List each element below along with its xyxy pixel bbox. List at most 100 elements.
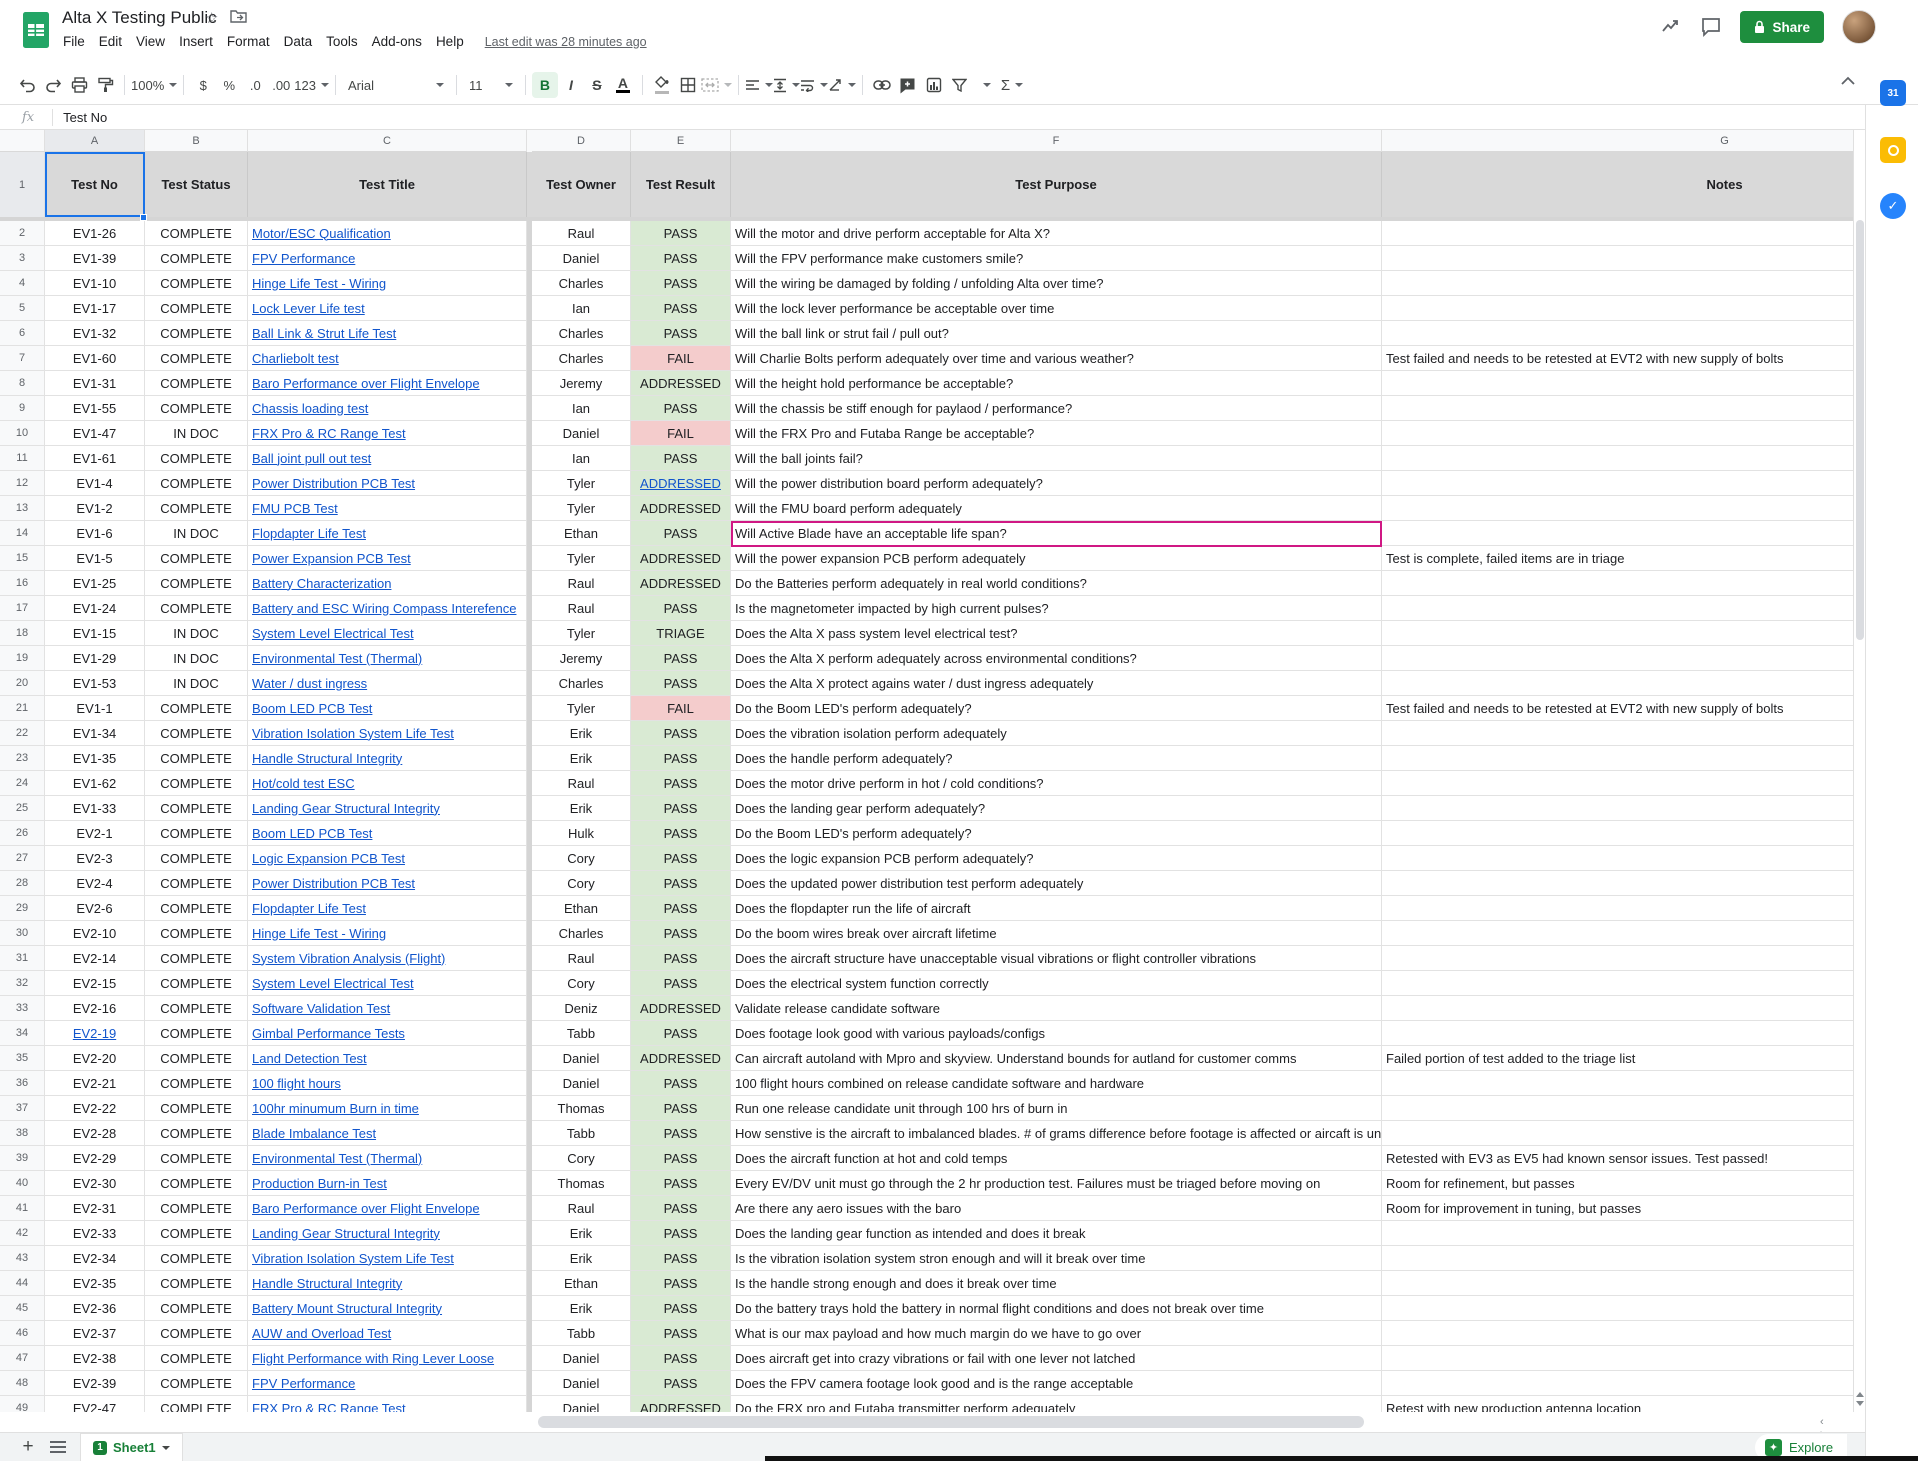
cell-test-title[interactable]: Production Burn-in Test [248,1171,527,1196]
cell-notes[interactable]: Test failed and needs to be retested at … [1382,346,1853,371]
cell-test-status[interactable]: COMPLETE [145,1246,248,1271]
cell-test-result[interactable]: ADDRESSED [631,571,731,596]
cell-test-status[interactable]: COMPLETE [145,746,248,771]
cell-test-owner[interactable]: Jeremy [532,371,631,396]
test-title-link[interactable]: Ball joint pull out test [252,451,371,466]
cell-test-purpose[interactable]: Is the magnetometer impacted by high cur… [731,596,1382,621]
font-select[interactable]: Arial [342,72,450,98]
cell-test-no[interactable]: EV1-26 [45,221,145,246]
cell-test-result[interactable]: ADDRESSED [631,371,731,396]
test-title-link[interactable]: FRX Pro & RC Range Test [252,426,406,441]
cell-notes[interactable]: Room for refinement, but passes [1382,1171,1853,1196]
cell-test-purpose[interactable]: Do the Boom LED's perform adequately? [731,696,1382,721]
header-cell-D1[interactable]: Test Owner [532,152,631,217]
cell-test-status[interactable]: COMPLETE [145,596,248,621]
row-header-21[interactable]: 21 [0,696,45,721]
cell-test-purpose[interactable]: Does the electrical system function corr… [731,971,1382,996]
cell-test-status[interactable]: IN DOC [145,621,248,646]
sheet-activity-icon[interactable] [1660,16,1682,38]
cell-test-no[interactable]: EV1-34 [45,721,145,746]
cell-test-result[interactable]: ADDRESSED [631,1396,731,1412]
cell-test-owner[interactable]: Ethan [532,521,631,546]
document-title[interactable]: Alta X Testing Public [62,8,217,28]
cell-test-no[interactable]: EV2-22 [45,1096,145,1121]
font-size-select[interactable]: 11 [463,72,519,98]
cell-test-no[interactable]: EV2-37 [45,1321,145,1346]
cell-test-owner[interactable]: Erik [532,746,631,771]
test-title-link[interactable]: Lock Lever Life test [252,301,365,316]
cell-test-status[interactable]: COMPLETE [145,1021,248,1046]
cell-test-owner[interactable]: Cory [532,971,631,996]
cell-test-owner[interactable]: Ian [532,396,631,421]
cell-test-title[interactable]: Battery Mount Structural Integrity [248,1296,527,1321]
cell-test-owner[interactable]: Cory [532,846,631,871]
cell-test-purpose[interactable]: Will the power distribution board perfor… [731,471,1382,496]
test-title-link[interactable]: Flopdapter Life Test [252,526,366,541]
cell-test-no[interactable]: EV2-16 [45,996,145,1021]
cell-test-purpose[interactable]: Will the motor and drive perform accepta… [731,221,1382,246]
cell-test-owner[interactable]: Ethan [532,1271,631,1296]
cell-test-title[interactable]: Chassis loading test [248,396,527,421]
header-cell-C1[interactable]: Test Title [248,152,527,217]
cell-test-result[interactable]: PASS [631,921,731,946]
row-header-25[interactable]: 25 [0,796,45,821]
cell-notes[interactable] [1382,1371,1853,1396]
test-title-link[interactable]: Motor/ESC Qualification [252,226,391,241]
cell-test-no[interactable]: EV2-34 [45,1246,145,1271]
cell-notes[interactable]: Retest with new production antenna locat… [1382,1396,1853,1412]
text-wrap-button[interactable] [800,72,828,98]
cell-test-purpose[interactable]: Do the boom wires break over aircraft li… [731,921,1382,946]
cell-test-title[interactable]: Power Distribution PCB Test [248,871,527,896]
test-title-link[interactable]: Battery Mount Structural Integrity [252,1301,442,1316]
cell-test-no[interactable]: EV2-39 [45,1371,145,1396]
grid-corner[interactable] [0,130,45,152]
cell-test-no[interactable]: EV2-15 [45,971,145,996]
comment-history-icon[interactable] [1700,16,1722,38]
menu-addons[interactable]: Add-ons [365,31,429,52]
cell-test-status[interactable]: COMPLETE [145,921,248,946]
cell-test-no[interactable]: EV2-21 [45,1071,145,1096]
cell-test-title[interactable]: Power Distribution PCB Test [248,471,527,496]
hide-menus-chevron-icon[interactable] [1840,74,1856,89]
cell-test-title[interactable]: FPV Performance [248,1371,527,1396]
cell-test-purpose[interactable]: Will the chassis be stiff enough for pay… [731,396,1382,421]
cell-notes[interactable] [1382,1121,1853,1146]
cell-test-title[interactable]: Baro Performance over Flight Envelope [248,1196,527,1221]
cell-test-result[interactable]: PASS [631,971,731,996]
row-header-43[interactable]: 43 [0,1246,45,1271]
menu-tools[interactable]: Tools [319,31,365,52]
cell-test-result[interactable]: PASS [631,1321,731,1346]
decrease-decimal-button[interactable]: .0 [242,72,268,98]
cell-test-owner[interactable]: Raul [532,946,631,971]
cell-test-no[interactable]: EV2-35 [45,1271,145,1296]
cell-notes[interactable] [1382,496,1853,521]
cell-test-result[interactable]: ADDRESSED [631,1046,731,1071]
print-button[interactable] [66,72,92,98]
vertical-scrollbar[interactable] [1853,130,1865,1412]
sheet-tab-caret-icon[interactable] [162,1446,170,1450]
test-title-link[interactable]: FPV Performance [252,251,355,266]
cell-test-no[interactable]: EV1-62 [45,771,145,796]
cell-test-result[interactable]: ADDRESSED [631,996,731,1021]
test-title-link[interactable]: Power Distribution PCB Test [252,876,415,891]
cell-test-result[interactable]: PASS [631,446,731,471]
cell-test-purpose[interactable]: Does the handle perform adequately? [731,746,1382,771]
cell-test-status[interactable]: IN DOC [145,521,248,546]
insert-chart-button[interactable] [921,72,947,98]
cell-test-no[interactable]: EV2-20 [45,1046,145,1071]
cell-test-no[interactable]: EV2-29 [45,1146,145,1171]
test-title-link[interactable]: FPV Performance [252,1376,355,1391]
cell-test-no[interactable]: EV1-17 [45,296,145,321]
cell-test-title[interactable]: Gimbal Performance Tests [248,1021,527,1046]
row-header-36[interactable]: 36 [0,1071,45,1096]
row-header-7[interactable]: 7 [0,346,45,371]
cell-test-owner[interactable]: Charles [532,271,631,296]
cell-test-owner[interactable]: Daniel [532,1046,631,1071]
row-header-16[interactable]: 16 [0,571,45,596]
row-header-48[interactable]: 48 [0,1371,45,1396]
redo-button[interactable] [40,72,66,98]
cell-test-status[interactable]: COMPLETE [145,896,248,921]
test-title-link[interactable]: Power Distribution PCB Test [252,476,415,491]
menu-data[interactable]: Data [277,31,320,52]
cell-test-status[interactable]: COMPLETE [145,446,248,471]
